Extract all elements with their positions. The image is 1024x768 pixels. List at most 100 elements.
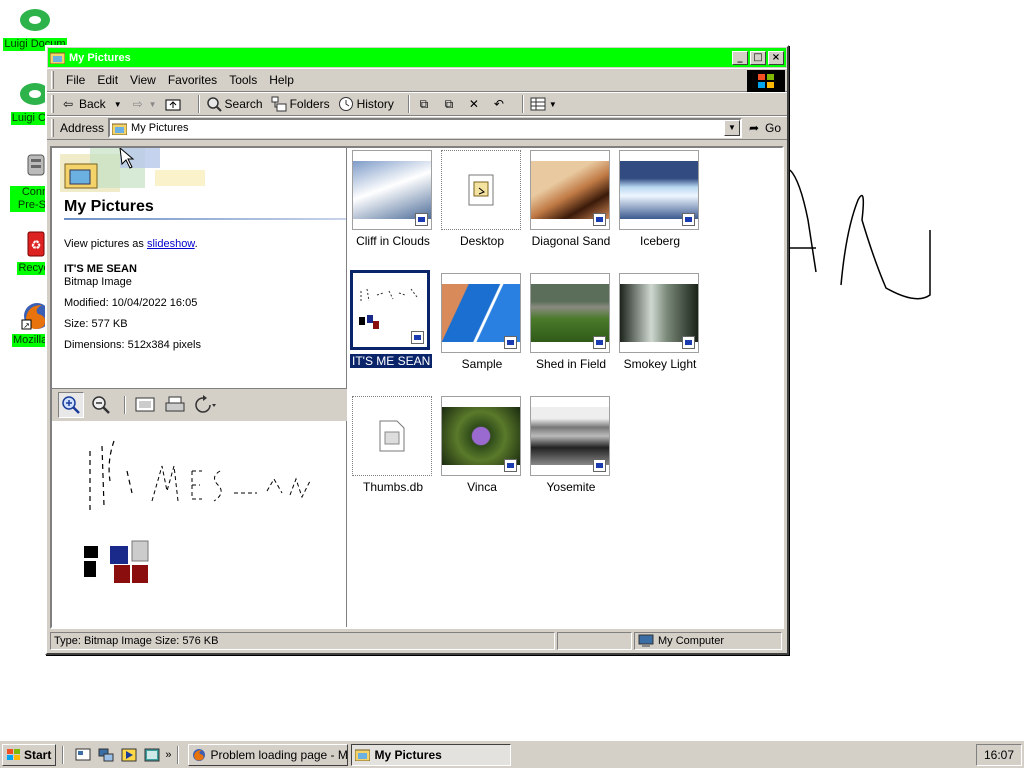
menu-tools[interactable]: Tools — [223, 73, 263, 87]
minimize-button[interactable]: _ — [732, 50, 748, 65]
thumbnail-vinca[interactable]: Vinca — [441, 396, 523, 494]
toolbar-separator — [521, 95, 524, 113]
firefox-icon — [192, 748, 206, 762]
thumbnail-frame — [441, 150, 521, 230]
full-screen-icon[interactable] — [132, 392, 158, 418]
thumbnail-shed-in-field[interactable]: Shed in Field — [530, 273, 612, 371]
thumbnail-its-me-sean[interactable]: IT'S ME SEAN — [350, 270, 433, 368]
maximize-button[interactable]: □ — [750, 50, 766, 65]
menu-favorites[interactable]: Favorites — [162, 73, 223, 87]
folders-button[interactable]: Folders — [271, 96, 330, 112]
photo-image — [531, 284, 609, 342]
status-bar: Type: Bitmap Image Size: 576 KB My Compu… — [50, 632, 784, 651]
back-dropdown-icon[interactable]: ▼ — [114, 100, 122, 109]
address-value: My Pictures — [131, 122, 189, 134]
media-player-icon[interactable] — [119, 745, 139, 765]
address-dropdown-icon[interactable]: ▼ — [723, 120, 740, 136]
file-dimensions: Dimensions: 512x384 pixels — [64, 339, 201, 351]
views-button[interactable]: ▼ — [530, 96, 557, 112]
pane-divider — [64, 218, 346, 220]
folder-banner-graphic — [60, 148, 205, 192]
history-label: History — [356, 97, 394, 111]
start-button[interactable]: Start — [2, 743, 57, 766]
preview-image — [84, 440, 311, 583]
shortcut-file-icon — [468, 174, 494, 206]
thumbnail-thumbs-db[interactable]: Thumbs.db — [352, 396, 434, 494]
folder-pictures-icon — [49, 51, 66, 65]
toolbar-grip[interactable] — [51, 71, 54, 89]
explorer-window: My Pictures _ □ × File Edit View Favorit… — [45, 45, 789, 655]
thumbnail-cliff-in-clouds[interactable]: Cliff in Clouds — [352, 150, 434, 248]
thumbnail-frame — [350, 270, 430, 350]
photo-image — [353, 161, 431, 219]
thumbnail-diagonal-sand[interactable]: Diagonal Sand — [530, 150, 612, 248]
up-folder-button[interactable] — [165, 96, 184, 112]
forward-button[interactable]: ⇨ ▼ — [130, 96, 157, 112]
toolbar-grip[interactable] — [51, 119, 54, 137]
go-button[interactable]: ➦ Go — [746, 120, 781, 136]
slideshow-suffix: . — [194, 238, 198, 250]
status-zone: My Computer — [634, 632, 782, 650]
menu-help[interactable]: Help — [263, 73, 300, 87]
svg-text:↗: ↗ — [23, 321, 30, 330]
photo-image — [442, 407, 520, 465]
show-desktop-icon[interactable] — [73, 745, 93, 765]
search-button[interactable]: Search — [206, 96, 263, 112]
address-label: Address — [60, 121, 105, 135]
copy-to-button[interactable]: ⧉ — [441, 96, 460, 112]
windows-logo-icon — [747, 70, 785, 92]
thumbnail-frame — [352, 150, 432, 230]
folders-label: Folders — [289, 97, 330, 111]
zoom-out-icon[interactable] — [88, 392, 114, 418]
preview-separator — [124, 396, 126, 414]
views-icon — [530, 96, 546, 112]
thumbnail-frame — [441, 273, 521, 353]
toolbar-grip[interactable] — [51, 95, 54, 113]
slideshow-prefix: View pictures as — [64, 238, 147, 250]
status-spacer — [557, 632, 632, 650]
rotate-icon[interactable] — [192, 392, 218, 418]
thumbnail-caption: Vinca — [467, 480, 497, 494]
move-to-button[interactable]: ⧉ — [416, 96, 435, 112]
back-arrow-icon: ⇦ — [62, 97, 74, 111]
address-input[interactable]: My Pictures ▼ — [108, 118, 742, 138]
delete-button[interactable]: ✕ — [466, 96, 485, 112]
thumbnail-caption: Yosemite — [546, 480, 596, 494]
quick-launch-chevron-icon[interactable]: » — [165, 749, 171, 761]
system-tray-clock[interactable]: 16:07 — [976, 744, 1022, 766]
thumbnail-yosemite[interactable]: Yosemite — [530, 396, 612, 494]
up-folder-icon — [165, 96, 181, 112]
menu-file[interactable]: File — [60, 73, 91, 87]
thumbnail-caption: Thumbs.db — [362, 480, 424, 494]
preview-toolbar — [52, 389, 347, 421]
thumbnail-desktop[interactable]: Desktop — [441, 150, 523, 248]
task-my-pictures[interactable]: My Pictures — [351, 743, 512, 766]
close-button[interactable]: × — [768, 50, 784, 65]
delete-icon: ✕ — [468, 97, 479, 111]
thumbnail-iceberg[interactable]: Iceberg — [619, 150, 701, 248]
photo-image — [620, 161, 698, 219]
task-label: Problem loading page - Mo... — [210, 747, 348, 762]
history-button[interactable]: History — [338, 96, 394, 112]
views-dropdown-icon[interactable]: ▼ — [549, 100, 557, 109]
back-button[interactable]: ⇦ Back ▼ — [60, 96, 122, 112]
thumbnail-sample[interactable]: Sample — [441, 273, 523, 371]
print-icon[interactable] — [162, 392, 188, 418]
photo-image — [531, 161, 609, 219]
zoom-in-icon[interactable] — [58, 392, 84, 418]
slideshow-link[interactable]: slideshow — [147, 238, 195, 250]
browser-icon[interactable] — [142, 745, 162, 765]
generic-file-icon — [379, 420, 405, 452]
title-bar[interactable]: My Pictures _ □ × — [48, 48, 786, 67]
menu-edit[interactable]: Edit — [91, 73, 124, 87]
file-modified: Modified: 10/04/2022 16:05 — [64, 297, 198, 309]
menu-view[interactable]: View — [124, 73, 162, 87]
task-firefox[interactable]: Problem loading page - Mo... — [188, 743, 349, 766]
thumbnail-smokey-light[interactable]: Smokey Light — [619, 273, 701, 371]
thumbnail-caption: Diagonal Sand — [531, 234, 611, 248]
undo-button[interactable]: ↶ — [491, 96, 510, 112]
photo-image — [442, 284, 520, 342]
forward-dropdown-icon[interactable]: ▼ — [149, 100, 157, 109]
switch-windows-icon[interactable] — [96, 745, 116, 765]
pane-title: My Pictures — [64, 198, 154, 215]
